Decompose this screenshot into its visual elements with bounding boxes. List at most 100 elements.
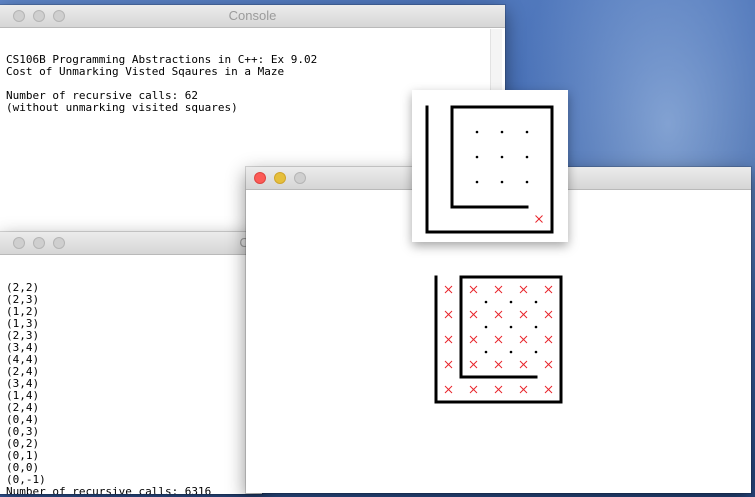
visited-mark: [444, 310, 453, 319]
wall-corner: [459, 400, 463, 404]
console-line: (0,3): [6, 425, 40, 438]
wall-corner: [434, 400, 438, 404]
wall-corner: [497, 400, 500, 404]
visited-mark: [469, 285, 478, 294]
wall-corner: [434, 338, 438, 341]
wall-corner: [434, 350, 438, 354]
wall-corner: [559, 350, 563, 354]
wall-corner: [475, 105, 479, 109]
visited-mark: [469, 360, 478, 369]
visited-mark: [469, 310, 478, 319]
visited-mark: [519, 285, 528, 294]
wall-corner: [425, 218, 429, 221]
console-line: (0,1): [6, 449, 40, 462]
console-window-main-title: Console: [228, 8, 277, 23]
wall-corner: [513, 230, 516, 234]
grid-dot: [509, 350, 513, 354]
wall-corner: [434, 275, 438, 279]
wall-corner: [509, 400, 513, 404]
zoom-icon[interactable]: [294, 172, 306, 184]
console-line: (1,2): [6, 305, 40, 318]
wall-corner: [425, 180, 429, 184]
maze-graphics-window-small: [412, 90, 568, 242]
visited-mark: [494, 285, 503, 294]
grid-dot: [534, 300, 538, 304]
console-line: (1,4): [6, 389, 40, 402]
wall-corner: [522, 400, 525, 404]
visited-mark: [535, 215, 543, 223]
wall-corner: [547, 400, 550, 404]
wall-corner: [534, 275, 538, 279]
grid-dot: [475, 155, 479, 159]
visited-mark: [519, 360, 528, 369]
console-line: (2,4): [6, 365, 40, 378]
grid-dot: [500, 180, 504, 184]
wall-corner: [538, 230, 541, 234]
console-window-trace-titlebar[interactable]: Co: [0, 232, 262, 255]
visited-mark: [494, 385, 503, 394]
wall-corner: [525, 230, 529, 234]
wall-corner: [475, 230, 479, 234]
wall-corner: [550, 130, 554, 134]
grid-dot: [484, 300, 488, 304]
wall-corner: [488, 105, 491, 109]
wall-corner: [550, 155, 554, 159]
close-icon[interactable]: [13, 237, 25, 249]
wall-corner: [550, 218, 554, 221]
wall-corner: [488, 230, 491, 234]
wall-corner: [434, 313, 438, 316]
wall-corner: [463, 105, 466, 109]
wall-corner: [425, 155, 429, 159]
wall-corner: [550, 168, 554, 171]
wall-corner: [500, 230, 504, 234]
maze-unmarked-run: [434, 275, 563, 404]
wall-corner: [425, 168, 429, 171]
console-window-main-titlebar[interactable]: Console: [0, 5, 505, 28]
wall-corner: [434, 363, 438, 366]
wall-corner: [484, 275, 488, 279]
wall-corner: [534, 400, 538, 404]
console-line: (1,3): [6, 317, 40, 330]
visited-mark: [544, 385, 553, 394]
wall-corner: [447, 400, 450, 404]
wall-corner: [559, 400, 563, 404]
visited-mark: [494, 335, 503, 344]
console-line: Cost of Unmarking Visted Sqaures in a Ma…: [6, 65, 285, 78]
zoom-icon[interactable]: [53, 237, 65, 249]
console-line: (3,4): [6, 377, 40, 390]
visited-mark: [444, 285, 453, 294]
grid-dot: [500, 130, 504, 134]
grid-dot: [525, 180, 529, 184]
visited-mark: [469, 385, 478, 394]
wall-corner: [538, 105, 541, 109]
wall-corner: [434, 288, 438, 291]
grid-dot: [484, 325, 488, 329]
wall-corner: [559, 300, 563, 304]
wall-corner: [425, 143, 429, 146]
grid-dot: [509, 325, 513, 329]
visited-mark: [469, 335, 478, 344]
visited-mark: [544, 310, 553, 319]
wall-corner: [550, 118, 554, 121]
close-icon[interactable]: [254, 172, 266, 184]
minimize-icon[interactable]: [274, 172, 286, 184]
wall-corner: [434, 375, 438, 379]
console-line: (2,3): [6, 293, 40, 306]
wall-corner: [425, 230, 429, 234]
grid-dot: [525, 130, 529, 134]
visited-mark: [519, 335, 528, 344]
console-output-trace: (2,2) (2,3) (1,2) (1,3) (2,3) (3,4) (4,4) (2,4)…: [0, 254, 262, 495]
minimize-icon[interactable]: [33, 237, 45, 249]
console-line: (2,3): [6, 329, 40, 342]
wall-corner: [550, 180, 554, 184]
grid-dot: [534, 325, 538, 329]
wall-corner: [550, 143, 554, 146]
wall-corner: [438, 230, 441, 234]
console-line: (2,2): [6, 281, 40, 294]
visited-mark: [544, 360, 553, 369]
visited-mark: [544, 285, 553, 294]
grid-dot: [475, 180, 479, 184]
wall-corner: [513, 105, 516, 109]
visited-mark: [444, 335, 453, 344]
wall-corner: [425, 193, 429, 196]
